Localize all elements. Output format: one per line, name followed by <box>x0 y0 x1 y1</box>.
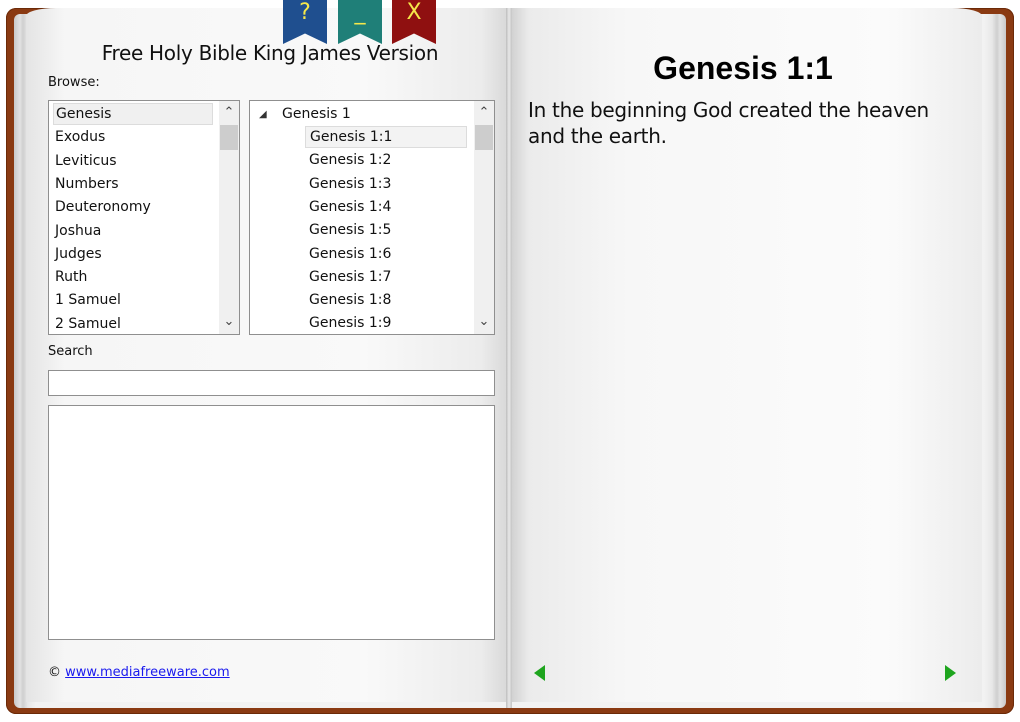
verse-text: In the beginning God created the heaven … <box>528 98 929 148</box>
verse-tree-item[interactable]: Genesis 1:7 <box>305 266 467 288</box>
verse-tree-item[interactable]: Genesis 1:4 <box>305 196 467 218</box>
scroll-up-icon[interactable]: ⌃ <box>474 103 494 123</box>
verse-tree-item[interactable]: Genesis 1:3 <box>305 173 467 195</box>
book-list-item[interactable]: Ruth <box>53 266 213 288</box>
copyright-symbol: © <box>48 665 61 680</box>
app-title: Free Holy Bible King James Version <box>101 41 439 65</box>
verse-tree-item[interactable]: Genesis 1:6 <box>305 243 467 265</box>
verse-tree-item[interactable]: Genesis 1:5 <box>305 219 467 241</box>
book-list-item[interactable]: Genesis <box>53 103 213 125</box>
book-list-item[interactable]: 2 Samuel <box>53 313 213 334</box>
book-list-item[interactable]: Leviticus <box>53 150 213 172</box>
book-spine <box>506 8 512 708</box>
books-scroll-thumb[interactable] <box>220 125 238 150</box>
books-scrollbar[interactable]: ⌃ ⌄ <box>219 101 239 334</box>
book-list-item[interactable]: Judges <box>53 243 213 265</box>
tree-chapter[interactable]: Genesis 1 <box>282 103 351 125</box>
book-list-item[interactable]: Deuteronomy <box>53 196 213 218</box>
books-list[interactable]: Genesis Exodus Leviticus Numbers Deuteronomy… <box>48 100 240 335</box>
search-label: Search <box>48 344 93 359</box>
website-link[interactable]: www.mediafreeware.com <box>65 665 230 680</box>
verse-tree[interactable]: ◢ Genesis 1 Genesis 1:1 Genesis 1:2 Genesi… <box>249 100 495 335</box>
verse-tree-item[interactable]: Genesis 1:2 <box>305 149 467 171</box>
scroll-down-icon[interactable]: ⌄ <box>219 312 239 332</box>
search-input[interactable] <box>48 370 495 396</box>
book-list-item[interactable]: Numbers <box>53 173 213 195</box>
book-list-item[interactable]: 1 Samuel <box>53 289 213 311</box>
footer: © www.mediafreeware.com <box>48 665 230 680</box>
tree-scroll-thumb[interactable] <box>475 125 493 150</box>
scroll-down-icon[interactable]: ⌄ <box>474 312 494 332</box>
book-list-item[interactable]: Joshua <box>53 220 213 242</box>
collapse-expander-icon[interactable]: ◢ <box>259 104 267 126</box>
verse-heading: Genesis 1:1 <box>653 50 833 86</box>
tree-scrollbar[interactable]: ⌃ ⌄ <box>474 101 494 334</box>
book-list-item[interactable]: Exodus <box>53 126 213 148</box>
previous-verse-arrow-icon[interactable] <box>534 665 545 681</box>
search-results[interactable] <box>48 405 495 640</box>
scroll-up-icon[interactable]: ⌃ <box>219 103 239 123</box>
browse-label: Browse: <box>48 75 100 90</box>
help-icon: ? <box>299 0 311 25</box>
verse-tree-item[interactable]: Genesis 1:9 <box>305 312 467 334</box>
close-icon: X <box>406 0 422 25</box>
minimize-icon: _ <box>354 0 366 25</box>
next-verse-arrow-icon[interactable] <box>945 665 956 681</box>
verse-tree-item[interactable]: Genesis 1:1 <box>305 126 467 148</box>
verse-tree-item[interactable]: Genesis 1:8 <box>305 289 467 311</box>
